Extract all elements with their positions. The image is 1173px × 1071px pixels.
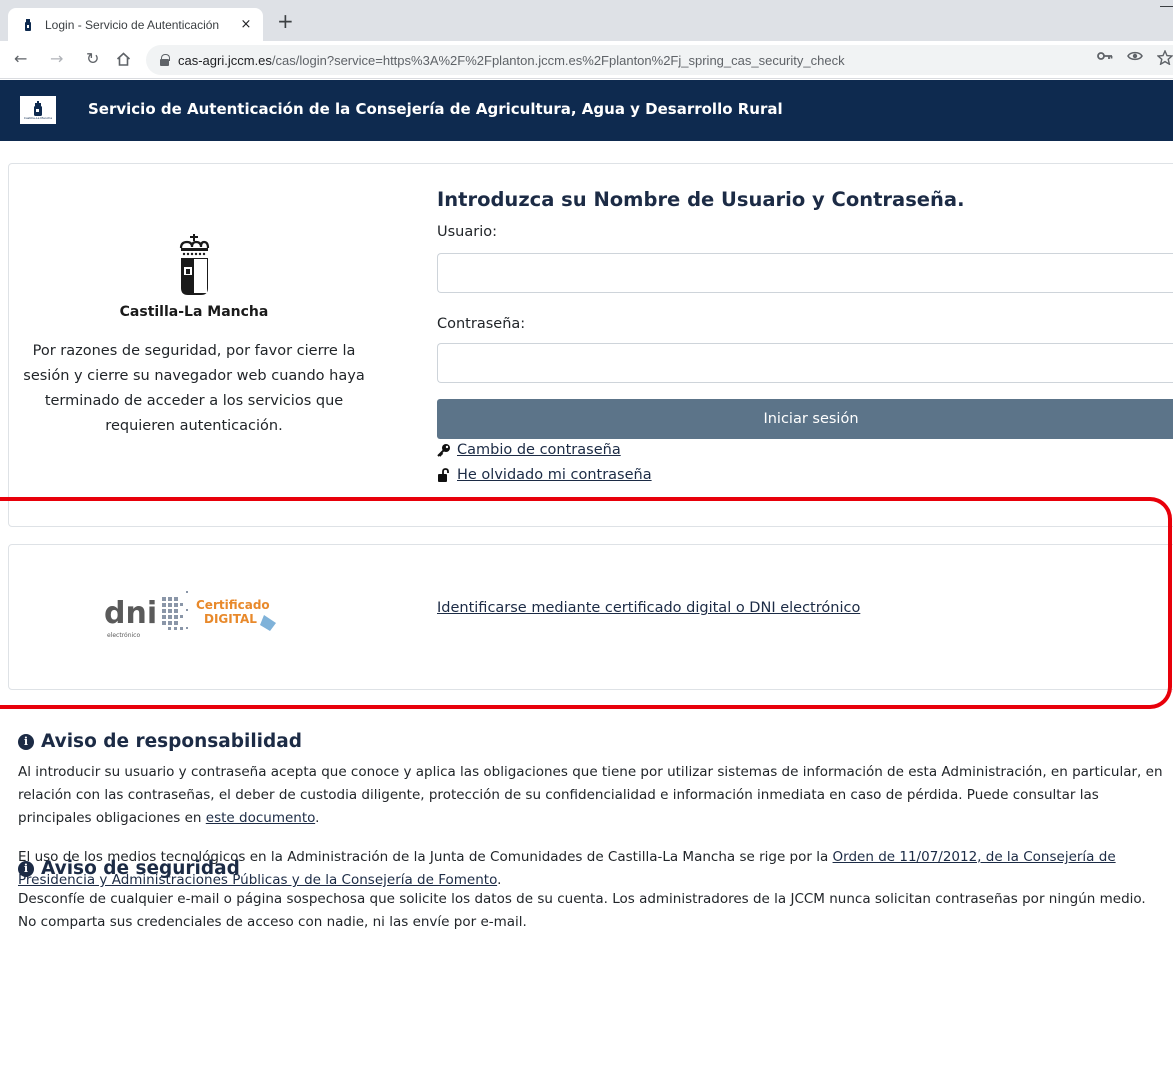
logo-dni-text: dni <box>104 596 157 631</box>
forgot-password-link[interactable]: He olvidado mi contraseña <box>457 467 652 483</box>
browser-tab-bar: Login - Servicio de Autenticación × + <box>0 0 1173 41</box>
password-label: Contraseña: <box>437 316 526 332</box>
home-icon[interactable] <box>116 52 131 66</box>
header-logo-caption: Castilla-La Mancha <box>23 115 53 120</box>
chip-icon <box>162 591 188 630</box>
header-logo[interactable]: Castilla-La Mancha <box>20 96 56 124</box>
document-link[interactable]: este documento <box>206 810 315 826</box>
security-title: i Aviso de seguridad <box>18 858 1163 879</box>
close-tab-icon[interactable]: × <box>239 17 253 32</box>
eye-icon[interactable] <box>1127 50 1143 62</box>
login-card: Castilla-La Mancha Por razones de seguri… <box>8 163 1173 527</box>
reload-icon[interactable]: ↻ <box>86 49 99 69</box>
new-tab-button[interactable]: + <box>277 10 294 32</box>
username-input[interactable] <box>437 253 1173 293</box>
dni-certificado-digital-logo[interactable]: dni electrónico Certificado DIGITAL <box>104 587 304 647</box>
coat-of-arms-icon <box>34 100 42 116</box>
minimize-window-icon[interactable] <box>1160 6 1173 7</box>
back-arrow-icon[interactable]: ← <box>14 49 27 69</box>
login-title: Introduzca su Nombre de Usuario y Contra… <box>437 188 965 211</box>
key-icon <box>437 444 450 457</box>
address-bar[interactable]: cas-agri.jccm.es/cas/login?service=https… <box>146 45 1173 75</box>
favicon-icon <box>25 18 31 31</box>
browser-toolbar: ← → ↻ cas-agri.jccm.es/cas/login?service… <box>0 41 1173 79</box>
certificate-card: dni electrónico Certificado DIGITAL Iden… <box>8 544 1173 690</box>
forgot-password-row: He olvidado mi contraseña <box>437 467 652 483</box>
logo-dni-sub-text: electrónico <box>107 632 140 639</box>
logo-cert-line2-text: DIGITAL <box>204 612 257 626</box>
tab-title: Login - Servicio de Autenticación <box>45 17 220 32</box>
responsibility-title: i Aviso de responsabilidad <box>18 731 1163 752</box>
password-input[interactable] <box>437 343 1173 383</box>
brand-block: Castilla-La Mancha <box>9 234 379 320</box>
site-header: Castilla-La Mancha Servicio de Autentica… <box>0 80 1173 141</box>
username-label: Usuario: <box>437 224 497 240</box>
change-password-link[interactable]: Cambio de contraseña <box>457 442 621 458</box>
security-notice: i Aviso de seguridad Desconfíe de cualqu… <box>18 858 1163 934</box>
certificate-login-link[interactable]: Identificarse mediante certificado digit… <box>437 600 860 616</box>
forward-arrow-icon[interactable]: → <box>50 49 63 69</box>
login-button[interactable]: Iniciar sesión <box>437 399 1173 439</box>
info-icon: i <box>18 733 34 750</box>
header-title: Servicio de Autenticación de la Consejer… <box>88 100 783 118</box>
change-password-row: Cambio de contraseña <box>437 442 621 458</box>
lock-icon[interactable] <box>160 54 170 66</box>
key-icon[interactable] <box>1097 50 1113 62</box>
card-icon <box>260 615 276 631</box>
castilla-la-mancha-logo-icon <box>179 234 210 295</box>
brand-name: Castilla-La Mancha <box>119 304 269 320</box>
security-paragraph: Desconfíe de cualquier e-mail o página s… <box>18 891 1146 930</box>
browser-tab[interactable]: Login - Servicio de Autenticación × <box>8 8 263 41</box>
logo-cert-line1-text: Certificado <box>196 598 270 612</box>
url-text: cas-agri.jccm.es/cas/login?service=https… <box>178 52 845 68</box>
unlock-icon <box>438 468 449 482</box>
star-icon[interactable] <box>1157 50 1173 65</box>
responsibility-paragraph-1: Al introducir su usuario y contraseña ac… <box>18 764 1163 826</box>
info-icon: i <box>18 860 34 877</box>
security-note: Por razones de seguridad, por favor cier… <box>23 343 365 434</box>
